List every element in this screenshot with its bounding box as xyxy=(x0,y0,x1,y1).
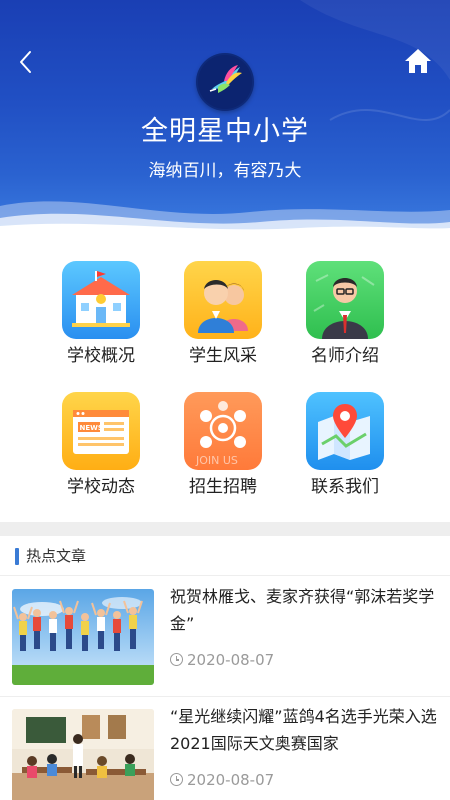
recruitment-icon: JOIN US xyxy=(184,392,262,470)
menu-item-school-overview[interactable]: 学校概况 xyxy=(46,261,156,379)
clock-icon xyxy=(170,653,183,666)
section-accent-bar xyxy=(15,548,19,565)
menu-label: 学校动态 xyxy=(67,477,135,497)
article-date: 2020-08-07 xyxy=(170,649,274,671)
article-thumbnail xyxy=(12,709,154,800)
home-button[interactable] xyxy=(403,46,433,76)
svg-text:JOIN US: JOIN US xyxy=(195,454,238,467)
school-name: 全明星中小学 xyxy=(141,116,309,147)
article-title: 祝贺林雁戈、麦家齐获得“郭沫若奖学金” xyxy=(170,587,435,633)
menu-item-teacher-intro[interactable]: 名师介绍 xyxy=(290,261,400,379)
school-motto: 海纳百川，有容乃大 xyxy=(148,161,302,181)
section-divider xyxy=(0,522,450,536)
menu-label: 招生招聘 xyxy=(189,477,257,497)
menu-item-student-style[interactable]: 学生风采 xyxy=(168,261,278,379)
svg-text:NEWS: NEWS xyxy=(80,424,103,432)
chevron-left-icon xyxy=(20,51,31,73)
article-date-text: 2020-08-07 xyxy=(187,771,275,789)
article-date-text: 2020-08-07 xyxy=(187,651,275,669)
header-banner: 全明星中小学 海纳百川，有容乃大 xyxy=(0,0,450,232)
clock-icon xyxy=(170,773,183,786)
teacher-icon xyxy=(306,261,384,339)
section-title: 热点文章 xyxy=(26,547,87,565)
article-thumbnail xyxy=(12,589,154,685)
map-location-icon xyxy=(306,392,384,470)
article-item[interactable]: 祝贺林雁戈、麦家齐获得“郭沫若奖学金” 2020-08-07 xyxy=(0,577,450,697)
school-building-icon xyxy=(62,261,140,339)
school-logo xyxy=(196,53,254,111)
menu-item-contact-us[interactable]: 联系我们 xyxy=(290,392,400,510)
menu-label: 学校概况 xyxy=(67,346,135,366)
article-date: 2020-08-07 xyxy=(170,769,274,791)
students-icon xyxy=(184,261,262,339)
back-button[interactable] xyxy=(14,48,38,76)
article-item[interactable]: “星光继续闪耀”蓝鸽4名选手光荣入选2021国际天文奥赛国家 2020-08-0… xyxy=(0,697,450,800)
menu-label: 名师介绍 xyxy=(311,346,379,366)
menu-item-school-news[interactable]: NEWS 学校动态 xyxy=(46,392,156,510)
news-icon: NEWS xyxy=(62,392,140,470)
hummingbird-logo xyxy=(198,55,252,109)
menu-label: 联系我们 xyxy=(311,477,379,497)
home-icon xyxy=(405,49,431,73)
menu-label: 学生风采 xyxy=(189,346,257,366)
article-title: “星光继续闪耀”蓝鸽4名选手光荣入选2021国际天文奥赛国家 xyxy=(170,707,437,753)
hot-articles-header: 热点文章 xyxy=(0,536,450,576)
menu-item-admission-recruitment[interactable]: JOIN US 招生招聘 xyxy=(168,392,278,510)
